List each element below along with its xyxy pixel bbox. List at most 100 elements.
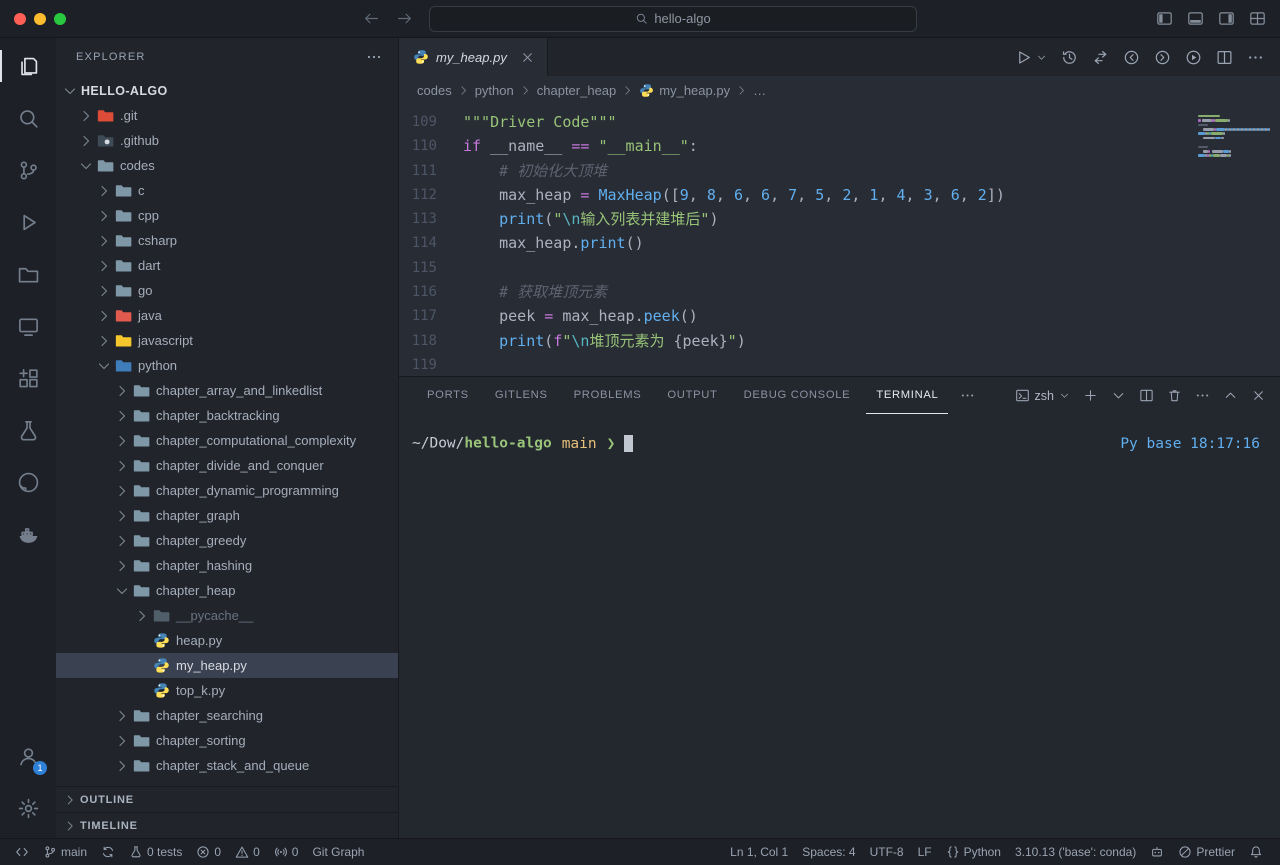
status-notifications[interactable] [1242,839,1270,865]
status-encoding[interactable]: UTF-8 [863,839,911,865]
tree-item-csharp[interactable]: csharp [56,228,398,253]
panel-tab-terminal[interactable]: TERMINAL [866,377,948,414]
more-editor-actions-icon[interactable] [1247,49,1264,66]
tree-item-chapter-greedy[interactable]: chapter_greedy [56,528,398,553]
status-indentation[interactable]: Spaces: 4 [795,839,862,865]
toggle-secondary-sidebar-icon[interactable] [1218,10,1235,27]
panel-tab-problems[interactable]: PROBLEMS [564,377,652,414]
tree-item-hello-algo[interactable]: HELLO-ALGO [56,78,398,103]
tree-item-java[interactable]: java [56,303,398,328]
previous-change-icon[interactable] [1123,49,1140,66]
run-python-file-icon[interactable] [1015,49,1032,66]
tree-item-codes[interactable]: codes [56,153,398,178]
tree-item-my-heap-py[interactable]: my_heap.py [56,653,398,678]
file-history-icon[interactable] [1061,49,1078,66]
minimap[interactable] [1198,114,1270,162]
close-panel-button[interactable] [1251,388,1266,403]
tree-item-chapter-hashing[interactable]: chapter_hashing [56,553,398,578]
new-terminal-button[interactable] [1083,388,1098,403]
activitybar-explorer[interactable] [0,40,56,92]
close-tab-icon[interactable] [520,50,535,65]
status-ports[interactable]: 0 [267,839,306,865]
breadcrumb-0[interactable]: codes [417,83,452,98]
tree-item-go[interactable]: go [56,278,398,303]
tree-item-chapter-heap[interactable]: chapter_heap [56,578,398,603]
tree-item-github[interactable]: .github [56,128,398,153]
tree-item-chapter-array-and-linkedlist[interactable]: chapter_array_and_linkedlist [56,378,398,403]
activitybar-github[interactable] [0,456,56,508]
tree-item-top-k-py[interactable]: top_k.py [56,678,398,703]
tree-item-chapter-computational-complexity[interactable]: chapter_computational_complexity [56,428,398,453]
toggle-primary-sidebar-icon[interactable] [1156,10,1173,27]
status-remote-indicator[interactable] [8,839,36,865]
code-editor[interactable]: 109"""Driver Code"""110if __name__ == "_… [399,104,1280,376]
more-panel-tabs-icon[interactable] [960,388,975,403]
status-language-mode[interactable]: Python [939,839,1008,865]
tree-item-chapter-sorting[interactable]: chapter_sorting [56,728,398,753]
tree-item-chapter-stack-and-queue[interactable]: chapter_stack_and_queue [56,753,398,778]
minimize-window-button[interactable] [34,13,46,25]
panel-tab-ports[interactable]: PORTS [417,377,479,414]
run-or-debug-icon[interactable] [1185,49,1202,66]
outline-section[interactable]: OUTLINE [56,786,398,812]
status-branch[interactable]: main [36,839,94,865]
command-center-search[interactable]: hello-algo [429,6,917,32]
tab-my-heap-py[interactable]: my_heap.py [399,38,548,76]
panel-tab-output[interactable]: OUTPUT [657,377,727,414]
activitybar-docker[interactable] [0,508,56,560]
breadcrumb-1[interactable]: python [475,83,514,98]
tree-item-c[interactable]: c [56,178,398,203]
tree-item-python[interactable]: python [56,353,398,378]
zoom-window-button[interactable] [54,13,66,25]
tree-item-git[interactable]: .git [56,103,398,128]
status-git-graph[interactable]: Git Graph [305,839,371,865]
run-dropdown-icon[interactable] [1036,52,1047,63]
status-copilot[interactable] [1143,839,1171,865]
explorer-more-actions-icon[interactable] [366,49,382,65]
status-cursor-position[interactable]: Ln 1, Col 1 [723,839,795,865]
split-editor-icon[interactable] [1216,49,1233,66]
tree-item-dart[interactable]: dart [56,253,398,278]
tree-item-chapter-backtracking[interactable]: chapter_backtracking [56,403,398,428]
status-errors[interactable]: 0 [189,839,228,865]
navigate-back-icon[interactable] [363,10,380,27]
status-tests[interactable]: 0 tests [122,839,189,865]
tree-item-javascript[interactable]: javascript [56,328,398,353]
tree-item-chapter-searching[interactable]: chapter_searching [56,703,398,728]
kill-terminal-button[interactable] [1167,388,1182,403]
activitybar-run-and-debug[interactable] [0,196,56,248]
status-eol[interactable]: LF [911,839,939,865]
status-warnings[interactable]: 0 [228,839,267,865]
terminal-more-actions[interactable] [1195,388,1210,403]
activitybar-testing[interactable] [0,404,56,456]
close-window-button[interactable] [14,13,26,25]
tree-item-chapter-graph[interactable]: chapter_graph [56,503,398,528]
terminal-launch-dropdown[interactable] [1111,388,1126,403]
activitybar-source-control[interactable] [0,144,56,196]
status-python-interpreter[interactable]: 3.10.13 ('base': conda) [1008,839,1143,865]
timeline-section[interactable]: TIMELINE [56,812,398,838]
split-terminal-button[interactable] [1139,388,1154,403]
tree-item-chapter-divide-and-conquer[interactable]: chapter_divide_and_conquer [56,453,398,478]
maximize-panel-button[interactable] [1223,388,1238,403]
terminal[interactable]: ~/Dow/hello-algomain❯ Py base 18:17:16 [399,414,1280,838]
activitybar-remote-explorer[interactable] [0,300,56,352]
activitybar-project-manager[interactable] [0,248,56,300]
terminal-profile-select[interactable]: zsh [1015,388,1070,403]
navigate-forward-icon[interactable] [396,10,413,27]
activitybar-settings[interactable] [0,782,56,834]
breadcrumb-3[interactable]: my_heap.py [639,83,730,98]
breadcrumb-4[interactable]: … [753,83,766,98]
tree-item-cpp[interactable]: cpp [56,203,398,228]
status-prettier[interactable]: Prettier [1171,839,1242,865]
activitybar-search[interactable] [0,92,56,144]
open-changes-icon[interactable] [1092,49,1109,66]
panel-tab-debug-console[interactable]: DEBUG CONSOLE [734,377,861,414]
breadcrumb-2[interactable]: chapter_heap [537,83,617,98]
tree-item-pycache[interactable]: __pycache__ [56,603,398,628]
activitybar-extensions[interactable] [0,352,56,404]
customize-layout-icon[interactable] [1249,10,1266,27]
activitybar-accounts[interactable]: 1 [0,730,56,782]
tree-item-chapter-dynamic-programming[interactable]: chapter_dynamic_programming [56,478,398,503]
tree-item-heap-py[interactable]: heap.py [56,628,398,653]
